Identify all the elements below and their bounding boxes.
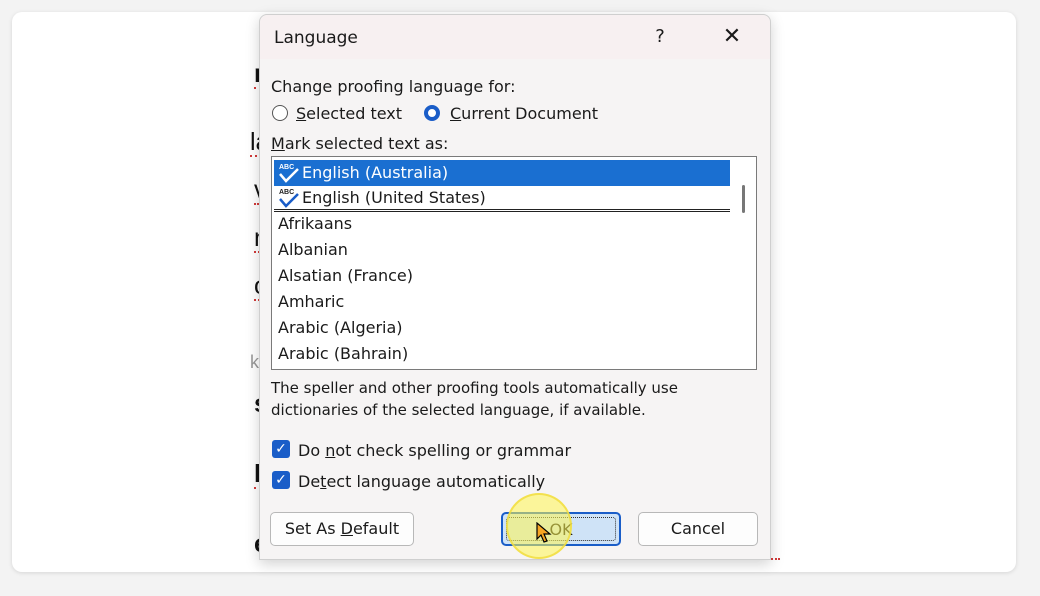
list-item[interactable]: ABC English (Australia) — [274, 160, 730, 186]
checkbox-no-spellcheck-label[interactable]: Do not check spelling or grammar — [298, 441, 571, 460]
language-listbox[interactable]: ABC English (Australia) ABC English (Uni… — [271, 156, 757, 370]
list-item[interactable]: Albanian — [274, 237, 730, 263]
svg-text:ABC: ABC — [279, 164, 294, 171]
list-item[interactable]: Afrikaans — [274, 211, 730, 237]
dialog-title: Language — [274, 28, 358, 48]
language-dialog: Language ? ✕ Change proofing language fo… — [259, 14, 771, 560]
list-item[interactable]: ABC English (United States) — [274, 185, 730, 211]
listbox-scrollbar[interactable] — [742, 185, 745, 213]
cancel-button[interactable]: Cancel — [638, 512, 758, 546]
spellcheck-icon: ABC — [279, 164, 299, 183]
checkbox-detect-language-label[interactable]: Detect language automatically — [298, 472, 545, 491]
list-item[interactable]: Arabic (Algeria) — [274, 315, 730, 341]
proofing-label: Change proofing language for: — [271, 77, 516, 96]
dialog-titlebar: Language ? ✕ — [260, 15, 770, 59]
svg-text:ABC: ABC — [279, 189, 294, 196]
close-button[interactable]: ✕ — [714, 21, 750, 53]
mouse-cursor-icon — [536, 522, 552, 543]
list-item[interactable]: Alsatian (France) — [274, 263, 730, 289]
spellcheck-icon: ABC — [279, 189, 299, 208]
checkbox-detect-language[interactable]: ✓ — [272, 471, 290, 489]
set-as-default-button[interactable]: Set As Default — [270, 512, 414, 546]
info-text-line1: The speller and other proofing tools aut… — [271, 379, 678, 397]
radio-current-document-label[interactable]: Current Document — [450, 104, 598, 123]
help-button[interactable]: ? — [644, 21, 676, 53]
list-item[interactable]: Amharic — [274, 289, 730, 315]
list-item[interactable]: Arabic (Bahrain) — [274, 341, 730, 367]
radio-selected-text[interactable] — [272, 105, 288, 121]
radio-current-document[interactable] — [424, 105, 440, 121]
checkbox-no-spellcheck[interactable]: ✓ — [272, 440, 290, 458]
mark-selected-label: Mark selected text as: — [271, 134, 449, 153]
info-text-line2: dictionaries of the selected language, i… — [271, 401, 646, 419]
radio-selected-text-label[interactable]: Selected text — [296, 104, 402, 123]
